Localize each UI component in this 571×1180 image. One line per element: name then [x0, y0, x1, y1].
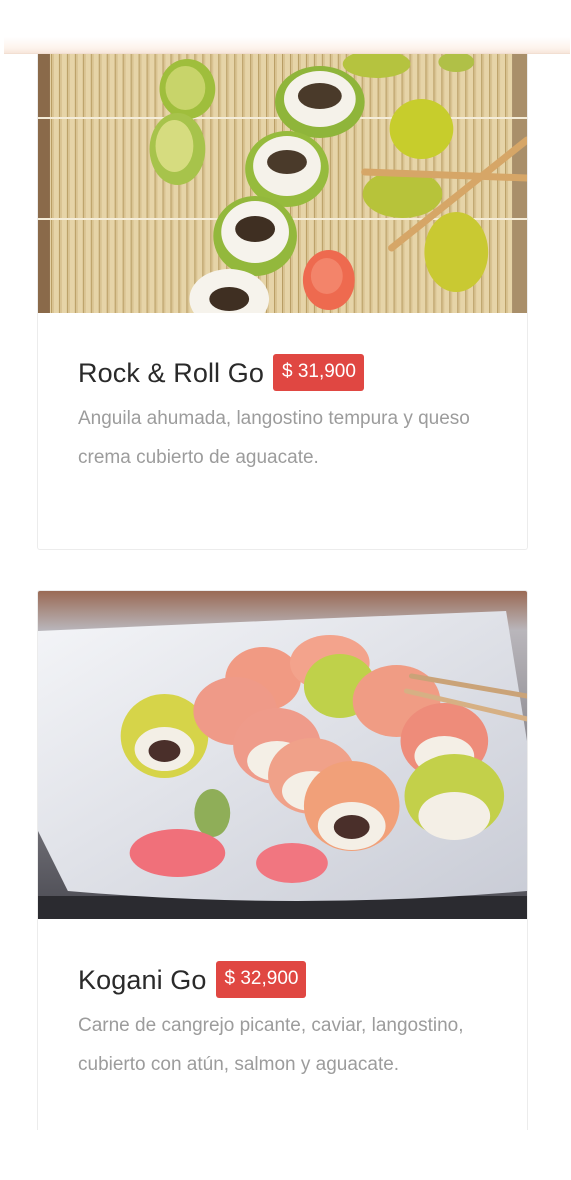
kogani-sushi-photo: [38, 591, 527, 919]
menu-item-body: Kogani Go $ 32,900 Carne de cangrejo pic…: [38, 961, 527, 1084]
menu-item-title-row: Rock & Roll Go $ 31,900: [78, 354, 487, 391]
menu-item-title: Kogani Go: [78, 964, 207, 995]
menu-page: Rock & Roll Go $ 31,900 Anguila ahumada,…: [0, 0, 571, 1180]
menu-item-card[interactable]: Kogani Go $ 32,900 Carne de cangrejo pic…: [37, 590, 528, 1130]
price-badge: $ 31,900: [272, 354, 364, 391]
menu-item-description: Carne de cangrejo picante, caviar, lango…: [78, 1015, 464, 1075]
menu-item-card[interactable]: Rock & Roll Go $ 31,900 Anguila ahumada,…: [37, 54, 528, 550]
menu-item-title: Rock & Roll Go: [78, 357, 264, 388]
rock-and-roll-sushi-photo: [38, 54, 527, 313]
price-badge: $ 32,900: [215, 961, 307, 998]
menu-item-description: Anguila ahumada, langostino tempura y qu…: [78, 408, 470, 468]
menu-item-body: Rock & Roll Go $ 31,900 Anguila ahumada,…: [38, 354, 527, 477]
header-bar-edge: [4, 37, 570, 54]
menu-item-title-row: Kogani Go $ 32,900: [78, 961, 487, 998]
